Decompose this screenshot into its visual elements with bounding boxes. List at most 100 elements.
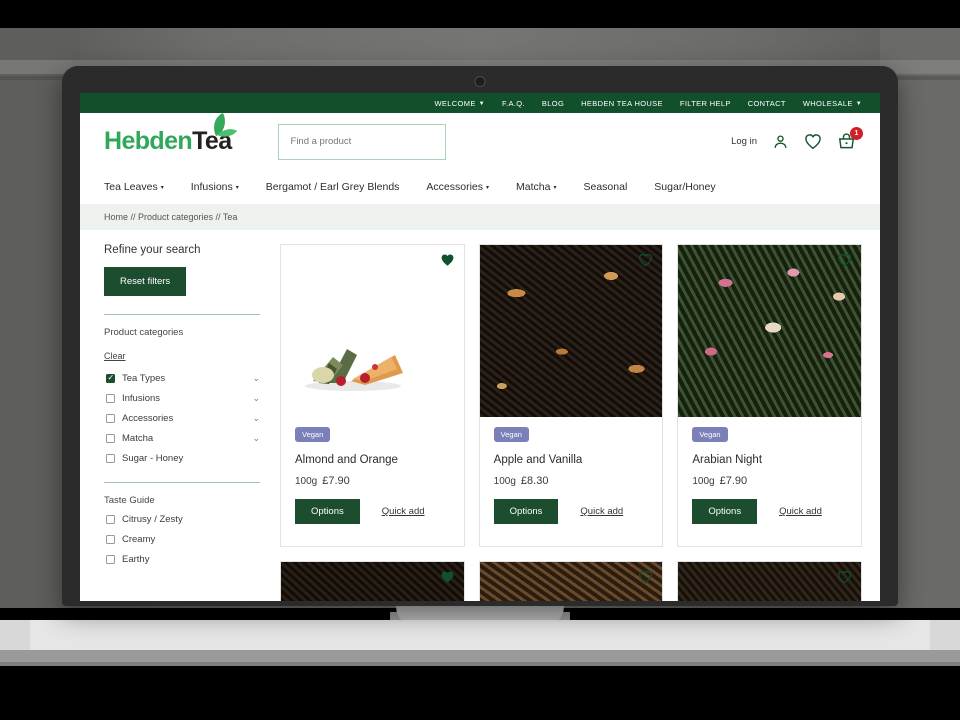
desk-highlight	[30, 620, 930, 650]
vegan-badge: Vegan	[692, 427, 728, 442]
topbar-item-blog[interactable]: BLOG	[542, 99, 564, 108]
filter-item-creamy[interactable]: Creamy	[104, 534, 260, 545]
chevron-down-icon[interactable]: ⌄	[252, 393, 260, 404]
primary-navbar: Tea Leaves ▾ Infusions ▾ Bergamot / Earl G…	[80, 170, 880, 204]
product-actions: Options Quick add	[295, 499, 450, 524]
product-image[interactable]	[678, 245, 861, 417]
breadcrumb: Home // Product categories // Tea	[80, 204, 880, 230]
search-input[interactable]	[290, 136, 433, 147]
checkbox-icon[interactable]	[106, 434, 115, 443]
nav-item-sugar-honey[interactable]: Sugar/Honey	[654, 181, 715, 193]
product-name[interactable]: Almond and Orange	[295, 454, 450, 466]
product-price-value: £7.90	[719, 475, 748, 487]
quick-add-link[interactable]: Quick add	[580, 506, 623, 517]
chevron-down-icon: ▼	[478, 100, 485, 107]
checkbox-icon[interactable]	[106, 515, 115, 524]
topbar-item-welcome[interactable]: WELCOME ▼	[434, 99, 485, 108]
product-grid: Vegan Almond and Orange 100g £7.90 Option…	[270, 244, 880, 601]
chevron-down-icon: ▾	[486, 184, 490, 191]
wishlist-heart-icon-outline[interactable]	[638, 570, 653, 589]
topbar-item-hebden-tea-house[interactable]: HEBDEN TEA HOUSE	[581, 99, 663, 108]
nav-item-seasonal[interactable]: Seasonal	[584, 181, 628, 193]
site-header: HebdenTea Log in	[80, 113, 880, 170]
nav-item-infusions[interactable]: Infusions ▾	[191, 181, 239, 193]
reset-filters-button[interactable]: Reset filters	[104, 267, 187, 296]
sidebar-title: Refine your search	[104, 244, 201, 256]
login-link[interactable]: Log in	[731, 136, 757, 147]
nav-item-tea-leaves[interactable]: Tea Leaves ▾	[104, 181, 164, 193]
quick-add-link[interactable]: Quick add	[779, 506, 822, 517]
wishlist-heart-icon-filled[interactable]	[440, 253, 455, 272]
product-price: 100g £7.90	[295, 475, 450, 487]
checkbox-icon[interactable]	[106, 394, 115, 403]
product-card[interactable]: Vegan Almond and Orange 100g £7.90 Option…	[280, 244, 465, 547]
wishlist-icon[interactable]	[804, 133, 822, 150]
product-weight: 100g	[295, 476, 318, 487]
filter-sidebar: Refine your search Reset filters Product…	[80, 244, 270, 601]
chevron-down-icon[interactable]: ⌄	[252, 413, 260, 424]
product-price: 100g £7.90	[692, 475, 847, 487]
product-image[interactable]	[281, 245, 464, 417]
tea-photo-content	[299, 333, 407, 391]
quick-add-link[interactable]: Quick add	[382, 506, 425, 517]
nav-item-accessories[interactable]: Accessories ▾	[426, 181, 489, 193]
filter-item-matcha[interactable]: Matcha ⌄	[104, 433, 260, 444]
options-button[interactable]: Options	[692, 499, 758, 524]
options-button[interactable]: Options	[295, 499, 360, 524]
options-button[interactable]: Options	[493, 499, 559, 524]
checkbox-checked-icon[interactable]	[106, 373, 115, 383]
checkbox-icon[interactable]	[106, 454, 115, 463]
utility-navbar: WELCOME ▼ F.A.Q. BLOG HEBDEN TEA HOUSE FI…	[80, 93, 880, 113]
cart-icon[interactable]: 1	[837, 126, 863, 151]
checkbox-icon[interactable]	[106, 535, 115, 544]
product-card[interactable]	[280, 561, 465, 601]
product-price-value: £7.90	[322, 475, 350, 487]
checkbox-icon[interactable]	[106, 555, 115, 564]
product-image[interactable]	[281, 562, 464, 601]
topbar-item-filter-help[interactable]: FILTER HELP	[680, 99, 731, 108]
wishlist-heart-icon-filled[interactable]	[440, 570, 455, 589]
filter-item-accessories[interactable]: Accessories ⌄	[104, 413, 260, 424]
product-price: 100g £8.30	[494, 475, 649, 487]
divider	[104, 314, 260, 315]
breadcrumb-text[interactable]: Home // Product categories // Tea	[104, 212, 237, 222]
logo-text-primary: Hebden	[104, 127, 193, 155]
account-icon[interactable]	[772, 133, 789, 150]
product-name[interactable]: Apple and Vanilla	[494, 454, 649, 466]
filter-item-sugar-honey[interactable]: Sugar - Honey	[104, 453, 260, 464]
filter-label: Creamy	[122, 534, 156, 545]
topbar-item-contact[interactable]: CONTACT	[748, 99, 786, 108]
filter-label: Earthy	[122, 554, 150, 565]
product-card[interactable]	[677, 561, 862, 601]
wishlist-heart-icon-outline[interactable]	[638, 253, 653, 272]
site-logo[interactable]: HebdenTea	[104, 113, 237, 155]
nav-item-matcha[interactable]: Matcha ▾	[516, 181, 556, 193]
checkbox-icon[interactable]	[106, 414, 115, 423]
topbar-item-wholesale[interactable]: WHOLESALE ▼	[803, 99, 862, 108]
wishlist-heart-icon-outline[interactable]	[837, 570, 852, 589]
search-box[interactable]	[277, 123, 446, 160]
filter-item-infusions[interactable]: Infusions ⌄	[104, 393, 260, 404]
product-weight: 100g	[493, 476, 516, 487]
clear-filters-link[interactable]: Clear	[104, 351, 126, 361]
wishlist-heart-icon-outline[interactable]	[837, 253, 852, 272]
product-card[interactable]: Vegan Apple and Vanilla 100g £8.30 Option…	[478, 244, 664, 547]
header-actions: Log in 1	[731, 126, 863, 151]
product-weight: 100g	[692, 476, 715, 487]
chevron-down-icon[interactable]: ⌄	[252, 433, 260, 444]
product-card[interactable]: Vegan Arabian Night 100g £7.90 Options Qu…	[677, 244, 862, 547]
topbar-item-faq[interactable]: F.A.Q.	[502, 99, 525, 108]
product-card[interactable]	[478, 561, 664, 601]
chevron-down-icon[interactable]: ⌄	[252, 373, 260, 384]
chevron-down-icon: ▾	[160, 184, 164, 191]
filter-label: Accessories	[122, 413, 174, 424]
nav-item-bergamot-earl-grey-blends[interactable]: Bergamot / Earl Grey Blends	[266, 181, 400, 193]
filter-item-earthy[interactable]: Earthy	[104, 554, 260, 565]
product-image[interactable]	[678, 562, 861, 601]
filter-item-citrusy-zesty[interactable]: Citrusy / Zesty	[104, 514, 260, 525]
product-image[interactable]	[479, 562, 663, 601]
product-image[interactable]	[479, 245, 663, 417]
browser-viewport: WELCOME ▼ F.A.Q. BLOG HEBDEN TEA HOUSE FI…	[80, 93, 880, 601]
product-name[interactable]: Arabian Night	[692, 454, 847, 466]
filter-item-tea-types[interactable]: Tea Types ⌄	[104, 373, 260, 384]
